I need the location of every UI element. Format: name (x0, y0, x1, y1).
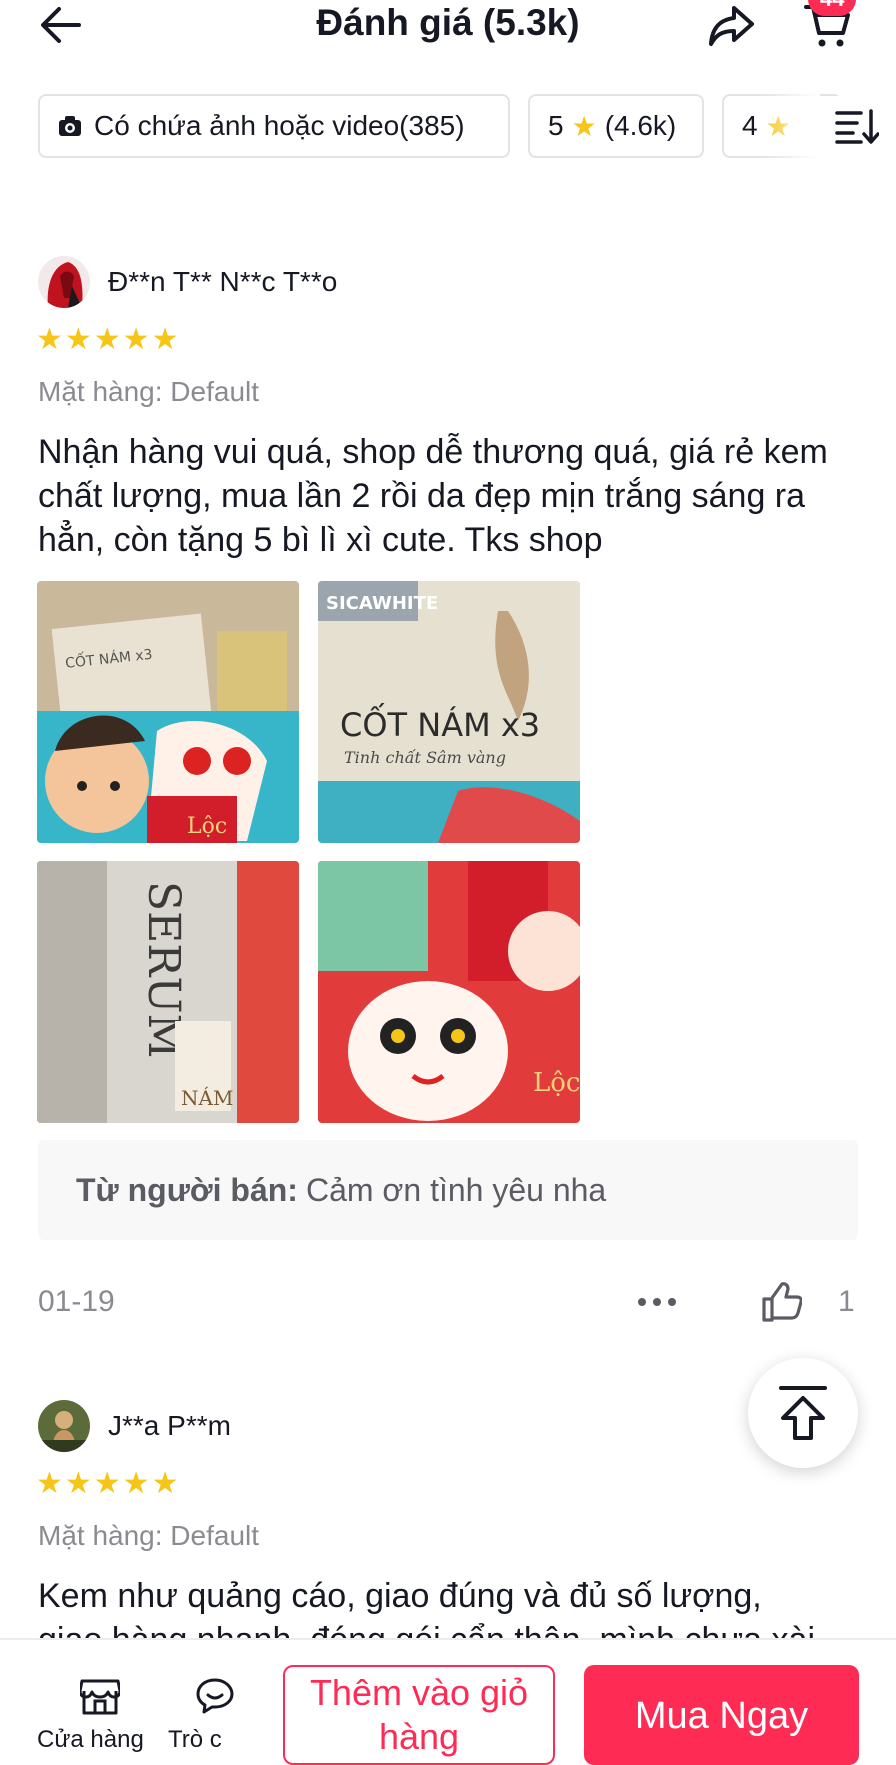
filter-5-star-count: (4.6k) (604, 110, 677, 141)
like-button[interactable] (756, 1278, 806, 1326)
review-photo[interactable]: Lộc CỐT NÁM x3 (37, 581, 299, 843)
scroll-to-top-button[interactable] (748, 1358, 858, 1468)
seller-reply-label: Từ người bán: (76, 1171, 298, 1208)
shop-icon (80, 1679, 120, 1715)
photo-subcaption: Tinh chất Sâm vàng (344, 748, 506, 767)
filter-4-star-rating: 4 (742, 110, 758, 141)
chat-icon (196, 1678, 234, 1714)
review-date: 01-19 (38, 1285, 115, 1318)
reviewer-name[interactable]: J**a P**m (108, 1410, 231, 1442)
avatar[interactable] (38, 1400, 90, 1452)
variant-label: Mặt hàng: Default (38, 1520, 260, 1551)
sort-button[interactable] (818, 96, 896, 158)
camera-icon (59, 116, 81, 136)
review-text: Nhận hàng vui quá, shop dễ thương quá, g… (38, 433, 828, 559)
filter-5-star-rating: 5 (548, 110, 564, 141)
filter-with-media-label: Có chứa ảnh hoặc video(385) (94, 110, 465, 141)
chat-label[interactable]: Trò c (168, 1726, 222, 1754)
reviewer-name[interactable]: Đ**n T** N**c T**o (108, 266, 337, 298)
filter-5-star[interactable]: 5 ★ (4.6k) (528, 94, 704, 158)
photo-caption: CỐT NÁM x3 (340, 702, 540, 744)
share-button[interactable] (706, 0, 758, 52)
more-icon (638, 1298, 676, 1306)
seller-reply-text: Cảm ơn tình yêu nha (305, 1171, 607, 1208)
avatar[interactable] (38, 256, 90, 308)
review-photo[interactable]: SICAWHITE CỐT NÁM x3 Tinh chất Sâm vàng (318, 581, 580, 843)
more-options-button[interactable] (632, 1284, 682, 1320)
page-title: Đánh giá (5.3k) (316, 2, 580, 43)
filter-with-media[interactable]: Có chứa ảnh hoặc video(385) (38, 94, 510, 158)
rating-stars: ★★★★★ (36, 1467, 181, 1500)
buy-now-button[interactable]: Mua Ngay (584, 1665, 859, 1765)
sort-icon (835, 109, 879, 144)
buy-now-label: Mua Ngay (634, 1695, 809, 1737)
like-count: 1 (838, 1285, 855, 1318)
variant-label: Mặt hàng: Default (38, 376, 260, 407)
share-icon (709, 6, 754, 46)
photo-brand: SICAWHITE (326, 593, 438, 614)
arrow-up-icon (779, 1386, 827, 1440)
photo-subcaption: NÁM (181, 1086, 233, 1110)
seller-reply: Từ người bán: Cảm ơn tình yêu nha (38, 1140, 858, 1240)
add-to-cart-button[interactable]: Thêm vào giỏ hàng (283, 1665, 555, 1765)
photo-caption: Lộc (533, 1068, 580, 1098)
review-photo[interactable]: SERUM NÁM (37, 861, 299, 1123)
shop-label[interactable]: Cửa hàng (37, 1726, 144, 1754)
photo-caption: Lộc (187, 814, 227, 839)
rating-stars: ★★★★★ (36, 323, 181, 356)
shop-button[interactable] (64, 1674, 136, 1718)
star-icon: ★ (571, 110, 597, 142)
review-photo[interactable]: Lộc (318, 861, 580, 1123)
thumbs-up-icon (762, 1282, 802, 1322)
chip-fade (760, 90, 820, 162)
chat-button[interactable] (190, 1674, 240, 1718)
